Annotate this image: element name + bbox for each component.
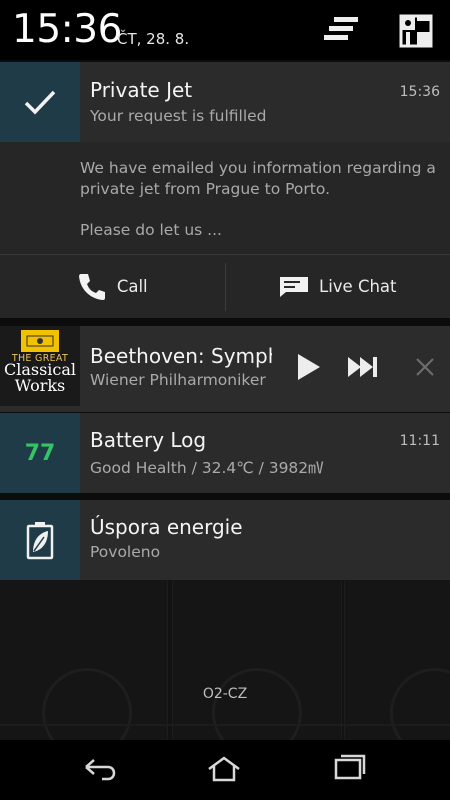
- skip-next-icon: [348, 357, 377, 377]
- notification-title: Private Jet: [90, 78, 193, 102]
- notification-subtitle: Povoleno: [90, 543, 161, 561]
- album-art: THE GREAT Classical Works: [0, 326, 80, 406]
- clear-all-icon: [324, 17, 358, 40]
- back-icon: [85, 759, 116, 781]
- play-icon: [298, 354, 320, 380]
- call-button[interactable]: Call: [0, 255, 225, 318]
- notification-private-jet[interactable]: Private Jet Your request is fulfilled 15…: [0, 62, 450, 318]
- notification-header: Private Jet Your request is fulfilled 15…: [0, 62, 450, 142]
- quick-settings-icon: [399, 14, 433, 48]
- live-chat-button[interactable]: Live Chat: [226, 255, 450, 318]
- divider: [0, 724, 450, 726]
- album-title-line: Works: [14, 376, 66, 395]
- phone-icon: [78, 273, 105, 300]
- media-controls: [288, 350, 450, 386]
- notification-subtitle: Your request is fulfilled: [90, 107, 267, 125]
- dismiss-button[interactable]: [414, 356, 436, 382]
- body-text: Please do let us ...: [80, 221, 222, 239]
- notification-title: Úspora energie: [90, 515, 243, 539]
- battery-level-icon: 77: [0, 413, 80, 493]
- quick-settings-button[interactable]: [398, 14, 438, 48]
- label-logo: [21, 330, 59, 352]
- battery-level: 77: [24, 440, 56, 466]
- chat-icon: [280, 276, 308, 297]
- album-title: Classical Works: [0, 362, 80, 394]
- notification-subtitle: Good Health / 32.4℃ / 3982㎷: [90, 459, 324, 477]
- checkmark-icon: [24, 90, 56, 115]
- battery-leaf-icon: [26, 522, 54, 560]
- clear-all-button[interactable]: [320, 14, 360, 48]
- navigation-bar: [0, 740, 450, 800]
- notification-time: 15:36: [399, 84, 440, 100]
- clock: 15:36: [12, 7, 122, 52]
- live-chat-label: Live Chat: [319, 277, 397, 296]
- notification-icon: [0, 500, 80, 580]
- track-title: Beethoven: Symph: [90, 344, 272, 368]
- notification-time: 11:11: [399, 433, 440, 449]
- home-icon: [208, 756, 240, 782]
- notification-body: We have emailed you information regardin…: [80, 158, 440, 241]
- back-button[interactable]: [82, 754, 122, 786]
- notification-icon: [0, 62, 80, 142]
- track-artist: Wiener Philharmoniker: [90, 371, 266, 389]
- recent-apps-button[interactable]: [330, 754, 370, 786]
- recent-apps-icon: [334, 754, 366, 780]
- carrier-label: O2-CZ: [202, 686, 248, 702]
- label-logo-icon: [26, 335, 54, 347]
- next-button[interactable]: [346, 354, 380, 384]
- notification-battery-log[interactable]: 77 Battery Log Good Health / 32.4℃ / 398…: [0, 413, 450, 493]
- notification-actions: Call Live Chat: [0, 254, 450, 318]
- call-label: Call: [116, 277, 148, 296]
- date: ČT, 28. 8.: [117, 30, 190, 48]
- body-text: We have emailed you information regardin…: [80, 159, 436, 198]
- notification-music-player[interactable]: THE GREAT Classical Works Beethoven: Sym…: [0, 326, 450, 412]
- notification-power-saving[interactable]: Úspora energie Povoleno: [0, 500, 450, 580]
- quick-settings-header: 15:36 ČT, 28. 8.: [0, 0, 450, 60]
- close-icon: [416, 358, 434, 376]
- notification-title: Battery Log: [90, 428, 207, 452]
- home-button[interactable]: [205, 754, 245, 786]
- background-content: [0, 580, 450, 740]
- play-button[interactable]: [294, 350, 322, 388]
